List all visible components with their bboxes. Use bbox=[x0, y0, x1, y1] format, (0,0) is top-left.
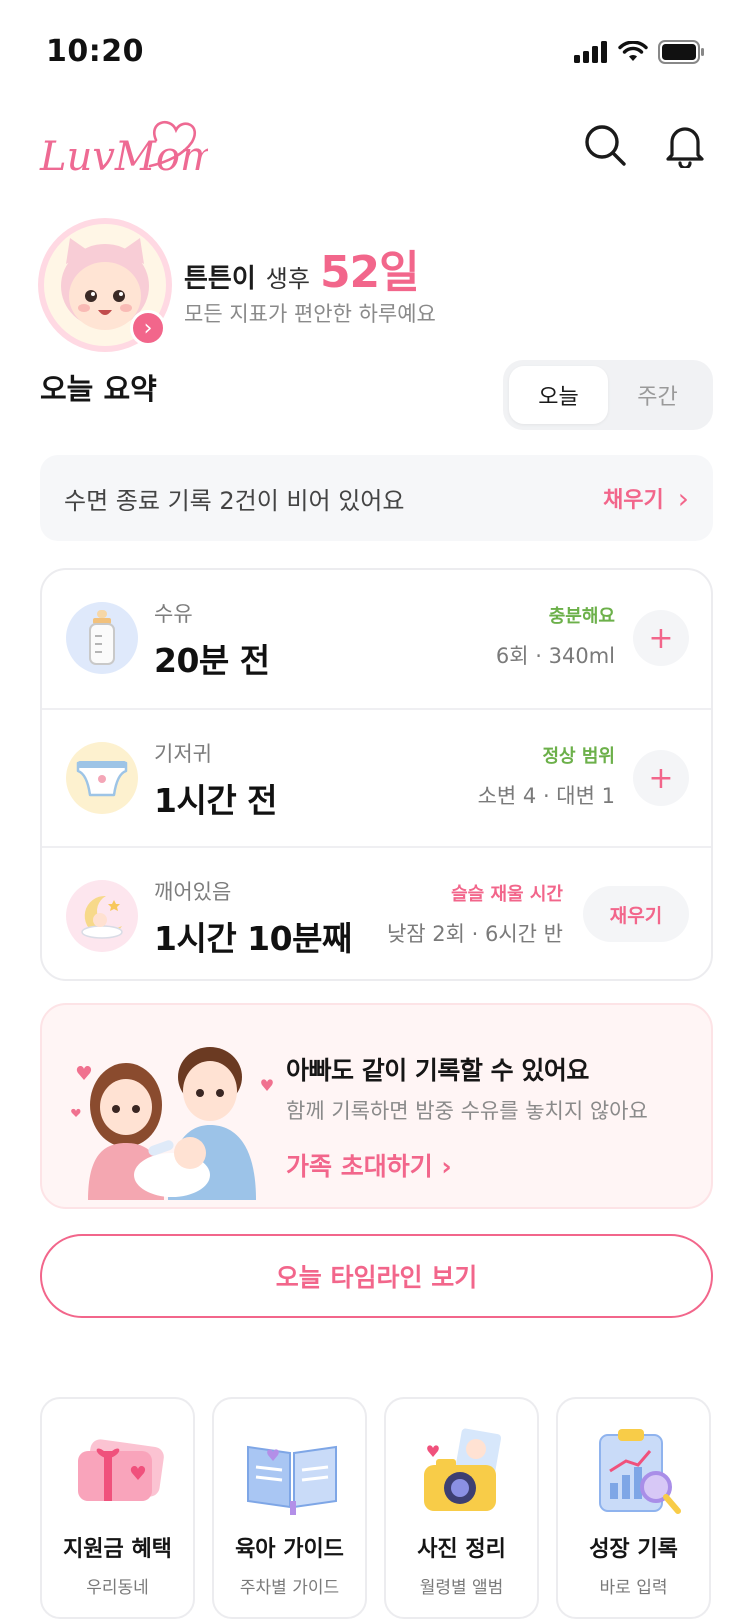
quick-tile-photos[interactable]: 사진 정리 월령별 앨범 bbox=[384, 1397, 539, 1619]
diaper-icon bbox=[66, 742, 138, 814]
record-row-feeding[interactable]: 수유 20분 전 충분해요 6회 · 340ml + bbox=[42, 570, 711, 708]
view-timeline-button[interactable]: 오늘 타임라인 보기 bbox=[40, 1234, 713, 1318]
app-header: LuvMom bbox=[0, 100, 750, 200]
record-value: 1시간 10분째 bbox=[154, 919, 352, 958]
record-label: 기저귀 bbox=[154, 742, 212, 766]
alert-message: 수면 종료 기록 2건이 비어 있어요 bbox=[64, 486, 405, 515]
camera-photo-icon bbox=[424, 1428, 502, 1511]
open-book-icon bbox=[247, 1445, 337, 1515]
fill-records-link[interactable]: 채우기 › bbox=[603, 482, 689, 515]
record-detail: 소변 4 · 대변 1 bbox=[477, 784, 615, 808]
invite-title: 아빠도 같이 기록할 수 있어요 bbox=[286, 1056, 589, 1085]
add-feeding-button[interactable]: + bbox=[633, 610, 689, 666]
search-button[interactable] bbox=[580, 120, 630, 170]
growth-chart-clipboard-icon bbox=[599, 1429, 681, 1514]
record-row-diaper[interactable]: 기저귀 1시간 전 정상 범위 소변 4 · 대변 1 + bbox=[42, 708, 711, 846]
status-bar: 10:20 bbox=[0, 0, 750, 100]
quick-tile-subtitle: 우리동네 bbox=[86, 1578, 149, 1598]
baby-bottle-icon bbox=[66, 602, 138, 674]
summary-title: 오늘 요약 bbox=[40, 372, 157, 406]
quick-menu: 지원금 혜택 우리동네 육아 가이드 주차별 가이드 사진 정리 월령별 앨범 bbox=[40, 1397, 713, 1619]
chevron-right-icon: › bbox=[677, 481, 689, 515]
notification-button[interactable] bbox=[660, 120, 710, 170]
add-diaper-button[interactable]: + bbox=[633, 750, 689, 806]
search-icon bbox=[585, 125, 626, 166]
record-detail: 낮잠 2회 · 6시간 반 bbox=[386, 922, 563, 946]
baby-name: 튼튼이 bbox=[184, 264, 256, 294]
record-value: 20분 전 bbox=[154, 641, 270, 680]
family-invite-card[interactable]: 아빠도 같이 기록할 수 있어요 함께 기록하면 밤중 수유를 놓치지 않아요 … bbox=[40, 1003, 713, 1209]
sleeping-baby-moon-icon bbox=[66, 880, 138, 952]
age-prefix: 생후 bbox=[265, 265, 310, 293]
record-status: 정상 범위 bbox=[542, 746, 615, 767]
fill-records-label: 채우기 bbox=[603, 488, 664, 513]
quick-tile-subtitle: 주차별 가이드 bbox=[239, 1578, 340, 1598]
quick-tile-title: 사진 정리 bbox=[417, 1537, 506, 1562]
tab-today[interactable]: 오늘 bbox=[509, 366, 608, 424]
today-records-card: 수유 20분 전 충분해요 6회 · 340ml + 기저귀 1시간 전 정상 … bbox=[40, 568, 713, 981]
record-row-awake[interactable]: 깨어있음 1시간 10분째 슬슬 재울 시간 낮잠 2회 · 6시간 반 재우기 bbox=[42, 846, 711, 981]
profile-arrow-button[interactable]: › bbox=[130, 310, 166, 346]
record-label: 깨어있음 bbox=[154, 880, 232, 904]
chevron-right-icon: › bbox=[143, 315, 153, 341]
battery-icon bbox=[658, 40, 704, 64]
quick-tile-subsidy[interactable]: 지원금 혜택 우리동네 bbox=[40, 1397, 195, 1619]
tab-weekly[interactable]: 주간 bbox=[608, 366, 707, 424]
period-toggle: 오늘 주간 bbox=[503, 360, 713, 430]
wifi-icon bbox=[618, 41, 648, 61]
bell-icon bbox=[666, 127, 704, 168]
quick-tile-guide[interactable]: 육아 가이드 주차별 가이드 bbox=[212, 1397, 367, 1619]
put-to-sleep-button[interactable]: 재우기 bbox=[583, 886, 689, 942]
invite-description: 함께 기록하면 밤중 수유를 놓치지 않아요 bbox=[286, 1099, 648, 1123]
gift-ticket-icon bbox=[78, 1439, 164, 1501]
invite-family-link[interactable]: 가족 초대하기 › bbox=[286, 1147, 452, 1183]
status-time: 10:20 bbox=[46, 34, 144, 69]
luvmom-logo[interactable]: LuvMom bbox=[38, 114, 208, 184]
record-label: 수유 bbox=[154, 602, 193, 626]
record-status: 충분해요 bbox=[548, 606, 615, 627]
quick-tile-title: 육아 가이드 bbox=[235, 1537, 344, 1562]
quick-tile-title: 성장 기록 bbox=[589, 1537, 678, 1562]
baby-name-line: 튼튼이 생후 52일 bbox=[184, 236, 420, 300]
age-days: 52일 bbox=[319, 247, 420, 298]
missing-record-alert[interactable]: 수면 종료 기록 2건이 비어 있어요 채우기 › bbox=[40, 455, 713, 541]
baby-profile: › 튼튼이 생후 52일 모든 지표가 편안한 하루예요 bbox=[38, 218, 718, 352]
record-status: 슬슬 재울 시간 bbox=[451, 884, 563, 905]
quick-tile-title: 지원금 혜택 bbox=[63, 1537, 172, 1562]
quick-tile-growth[interactable]: 성장 기록 바로 입력 bbox=[556, 1397, 711, 1619]
record-value: 1시간 전 bbox=[154, 781, 278, 820]
logo-text: LuvMom bbox=[39, 134, 208, 180]
record-detail: 6회 · 340ml bbox=[495, 644, 615, 668]
profile-status-message: 모든 지표가 편안한 하루예요 bbox=[184, 302, 436, 326]
quick-tile-subtitle: 월령별 앨범 bbox=[419, 1578, 504, 1598]
cellular-signal-icon bbox=[574, 41, 607, 63]
status-icons bbox=[574, 40, 706, 64]
family-illustration bbox=[71, 1047, 273, 1200]
quick-tile-subtitle: 바로 입력 bbox=[599, 1578, 668, 1598]
